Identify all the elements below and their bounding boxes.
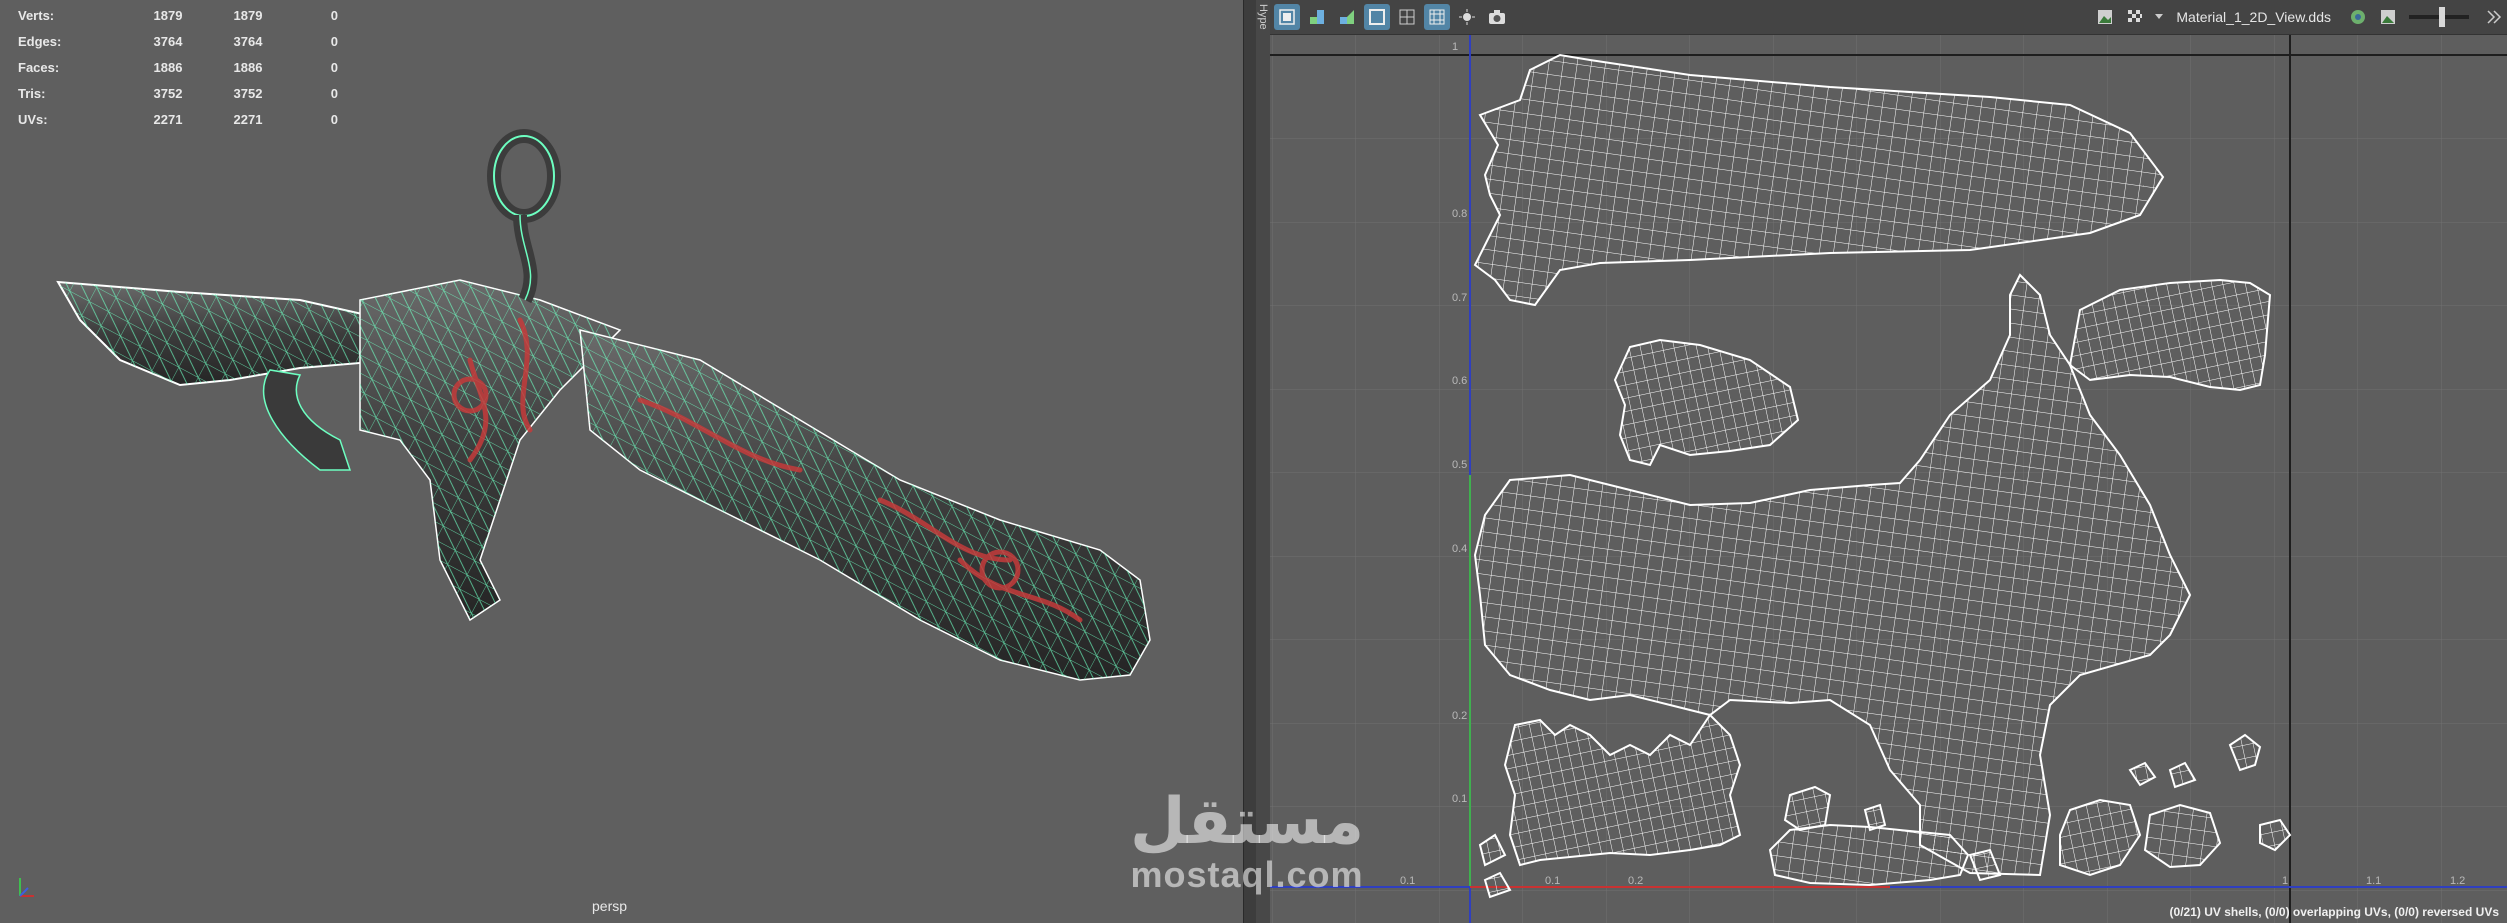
uv-grid-svg [1270,35,2507,923]
texture-name[interactable]: Material_1_2D_View.dds [2176,9,2331,25]
grid-toggle-icon[interactable] [1424,4,1450,30]
snapshot-camera-icon[interactable] [1484,4,1510,30]
checker-icon[interactable] [2122,4,2148,30]
pixel-snap-icon[interactable] [1454,4,1480,30]
tick-y-4: 0.5 [1452,459,1468,471]
uv-shell-icon[interactable] [1274,4,1300,30]
distortion-icon[interactable] [1394,4,1420,30]
tick-x-0: 0.1 [1400,875,1416,887]
tick-y-3: 0.6 [1452,375,1468,387]
camera-label: persp [592,898,628,914]
texture-dropdown-chevron-icon[interactable] [2152,4,2166,30]
slider-knob[interactable] [2439,7,2445,27]
uv-status-text: (0/21) UV shells, (0/0) overlapping UVs,… [2169,905,2499,919]
shaded-uv-icon[interactable] [2345,4,2371,30]
perspective-viewport[interactable]: Verts: 1879 1879 0 Edges: 3764 3764 0 Fa… [0,0,1243,923]
tick-x-2: 0.2 [1628,875,1644,887]
uv-shell-small-2 [1783,785,1832,832]
watermark-arabic: مستقل [1130,785,1365,859]
tick-y-0: 1 [1452,41,1459,53]
tick-y-1: 0.8 [1452,208,1468,220]
tick-y-2: 0.7 [1452,292,1468,304]
tick-y-6: 0.2 [1452,710,1468,722]
blade-wire [58,282,380,385]
uv-layout-icon[interactable] [1304,4,1330,30]
panel-side-label: Hype [1257,4,1269,30]
hook-shape [263,369,352,471]
display-border-icon[interactable] [1364,4,1390,30]
tick-y-5: 0.4 [1452,543,1468,555]
uv-stack-icon[interactable] [1334,4,1360,30]
image-display-icon[interactable] [2092,4,2118,30]
tick-x-3: 1 [2282,875,2289,887]
tick-x-4: 1.1 [2366,875,2382,887]
panel-options-icon[interactable] [2481,4,2507,30]
exposure-slider[interactable] [2409,7,2469,27]
uv-toolbar: Material_1_2D_View.dds [1270,0,2507,35]
watermark-latin: mostaql.com [1130,854,1364,895]
exposure-image-icon[interactable] [2375,4,2401,30]
dagger-mesh[interactable] [0,0,1243,923]
view-axis-gizmo [19,878,34,897]
uv-shell-small-1 [1768,823,1970,887]
texture-controls: Material_1_2D_View.dds [2088,0,2507,34]
tick-x-1: 0.1 [1545,875,1561,887]
uv-grid-canvas[interactable]: 0.1 0.1 0.2 1 1.1 1.2 1 0.8 0.7 0.6 0.5 … [1270,35,2507,923]
uv-editor-panel[interactable]: Hype Material_1_2D_View.dds 0.1 0.1 0.2 … [1256,0,2507,923]
tick-x-5: 1.2 [2450,875,2466,887]
site-watermark: مستقل mostaql.com [1130,790,1364,896]
handle-wire [580,330,1150,680]
tick-y-7: 0.1 [1452,793,1468,805]
